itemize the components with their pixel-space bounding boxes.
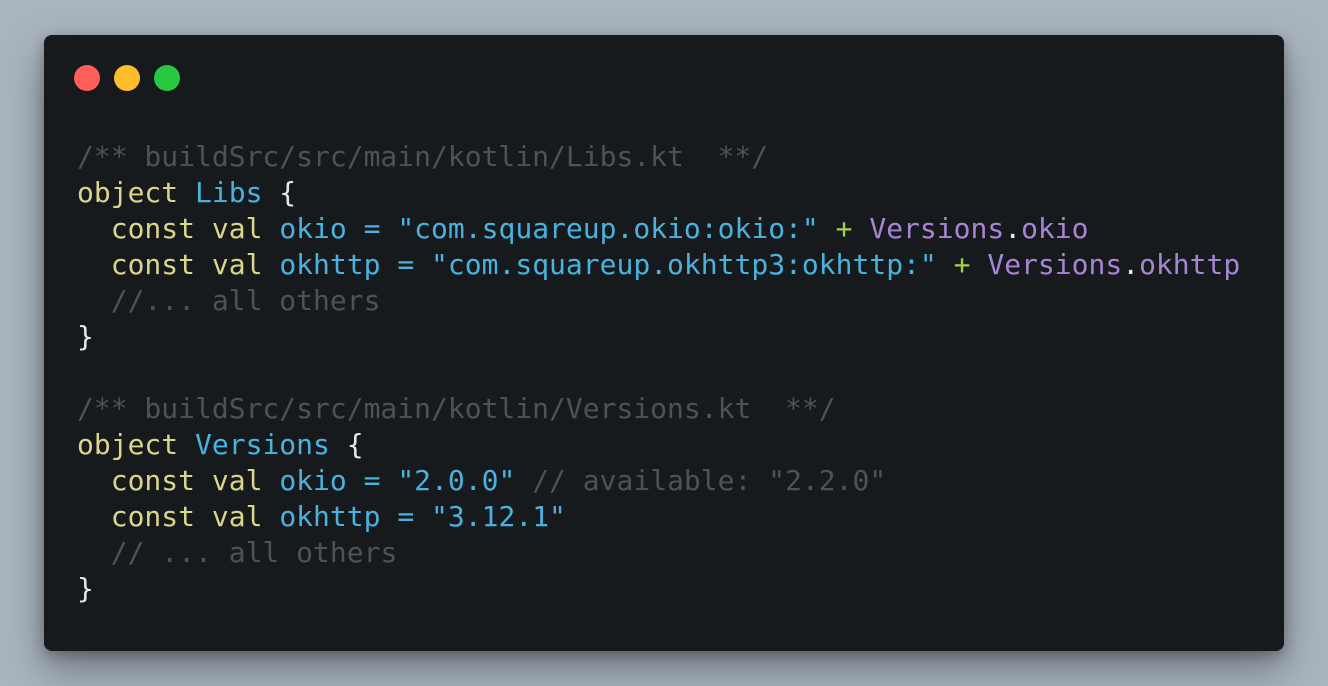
punctuation-token (380, 248, 397, 281)
keyword-token: const (110, 464, 196, 497)
identifier-token: = (397, 500, 415, 533)
punctuation-token (380, 500, 397, 533)
punctuation-token (515, 464, 532, 497)
code-line: const val okio = "2.0.0" // available: "… (77, 463, 1240, 499)
punctuation-token (262, 500, 279, 533)
punctuation-token (262, 212, 279, 245)
comment-token: /** buildSrc/src/main/kotlin/Versions.kt… (77, 392, 836, 425)
class-ref-token: Versions (869, 212, 1005, 245)
identifier-token: Libs (195, 176, 263, 209)
identifier-token: okhttp (279, 500, 381, 533)
punctuation-token (77, 248, 111, 281)
keyword-token: const (110, 248, 196, 281)
punctuation-token: { (262, 176, 297, 209)
keyword-token: val (211, 212, 263, 245)
punctuation-token (937, 248, 954, 281)
punctuation-token (178, 428, 195, 461)
code-line: //... all others (77, 283, 1240, 319)
identifier-token: okhttp (279, 248, 381, 281)
comment-token: // ... all others (110, 536, 398, 569)
class-ref-token: Versions (987, 248, 1123, 281)
code-line: } (77, 319, 1240, 355)
keyword-token: val (211, 248, 263, 281)
identifier-token: Versions (195, 428, 330, 461)
punctuation-token: . (1004, 212, 1022, 245)
punctuation-token (77, 500, 111, 533)
punctuation-token (77, 464, 111, 497)
keyword-token: val (211, 500, 263, 533)
member-token: okio (1021, 212, 1089, 245)
member-token: okhttp (1139, 248, 1241, 281)
close-button[interactable] (74, 65, 100, 91)
operator-token: + (953, 248, 971, 281)
punctuation-token (178, 176, 195, 209)
identifier-token: = (363, 212, 381, 245)
punctuation-token (195, 212, 212, 245)
code-line: const val okhttp = "com.squareup.okhttp3… (77, 247, 1241, 283)
identifier-token: = (363, 464, 381, 497)
punctuation-token: . (1122, 248, 1140, 281)
punctuation-token (380, 212, 397, 245)
comment-token: // available: "2.2.0" (532, 464, 887, 497)
keyword-token: const (110, 212, 196, 245)
comment-token: /** buildSrc/src/main/kotlin/Libs.kt **/ (77, 140, 769, 173)
punctuation-token (195, 248, 212, 281)
code-line: // ... all others (77, 535, 1240, 571)
punctuation-token (414, 500, 431, 533)
string-token: "com.squareup.okhttp3:okhttp:" (431, 248, 937, 281)
keyword-token: const (110, 500, 196, 533)
keyword-token: object (77, 428, 179, 461)
identifier-token: okio (279, 464, 347, 497)
punctuation-token (819, 212, 836, 245)
code-line: object Versions { (77, 427, 1240, 463)
code-line: /** buildSrc/src/main/kotlin/Libs.kt **/ (77, 139, 1240, 175)
code-window: /** buildSrc/src/main/kotlin/Libs.kt **/… (44, 35, 1284, 651)
punctuation-token (414, 248, 431, 281)
identifier-token: = (397, 248, 415, 281)
code-line: /** buildSrc/src/main/kotlin/Versions.kt… (77, 391, 1240, 427)
punctuation-token (77, 212, 111, 245)
punctuation-token (262, 248, 279, 281)
keyword-token: object (77, 176, 179, 209)
string-token: "2.0.0" (397, 464, 516, 497)
identifier-token: okio (279, 212, 347, 245)
punctuation-token (347, 464, 364, 497)
zoom-button[interactable] (154, 65, 180, 91)
comment-token: //... all others (110, 284, 381, 317)
code-line: const val okhttp = "3.12.1" (77, 499, 1240, 535)
punctuation-token: { (329, 428, 364, 461)
code-line: const val okio = "com.squareup.okio:okio… (77, 211, 1240, 247)
string-token: "com.squareup.okio:okio:" (397, 212, 819, 245)
string-token: "3.12.1" (431, 500, 566, 533)
punctuation-token (380, 464, 397, 497)
punctuation-token (971, 248, 988, 281)
punctuation-token (852, 212, 869, 245)
punctuation-token (195, 500, 212, 533)
punctuation-token (77, 536, 111, 569)
punctuation-token (77, 284, 111, 317)
code-line: object Libs { (77, 175, 1240, 211)
punctuation-token: } (77, 320, 94, 353)
window-controls (74, 65, 180, 91)
punctuation-token (195, 464, 212, 497)
operator-token: + (835, 212, 853, 245)
code-line: } (77, 571, 1240, 607)
punctuation-token (347, 212, 364, 245)
punctuation-token (262, 464, 279, 497)
code-block: /** buildSrc/src/main/kotlin/Libs.kt **/… (77, 139, 1240, 607)
punctuation-token: } (77, 572, 94, 605)
minimize-button[interactable] (114, 65, 140, 91)
keyword-token: val (211, 464, 263, 497)
